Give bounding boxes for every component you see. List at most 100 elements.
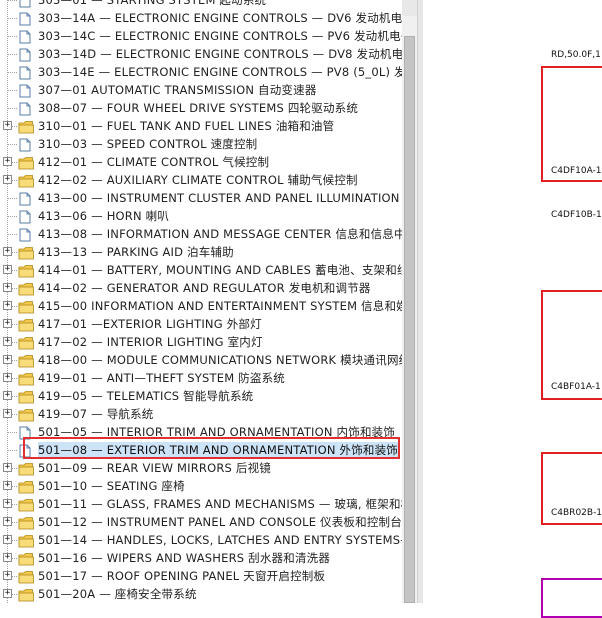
tree-item-label: 414—01 — BATTERY, MOUNTING AND CABLES 蓄电… [38,263,402,277]
scroll-up-arrow-icon[interactable] [402,0,417,16]
tree-item[interactable]: +501—12 — INSTRUMENT PANEL AND CONSOLE 仪… [0,513,402,531]
tree-item-label: 501—09 — REAR VIEW MIRRORS 后视镜 [38,461,272,475]
tree-item-label: 501—10 — SEATING 座椅 [38,479,185,493]
tree-item-label: 419—07 — 导航系统 [38,407,154,421]
tree-item-label: 303—01 — STARTING SYSTEM 起动系统 [38,0,267,7]
connector-box[interactable] [541,66,602,182]
tree-connector-line [8,0,17,1]
tree-connector-line [8,72,17,73]
tree-item[interactable]: 308—07 — FOUR WHEEL DRIVE SYSTEMS 四轮驱动系统 [0,99,402,117]
expand-plus-icon[interactable]: + [3,247,12,256]
tree-item-label: 413—13 — PARKING AID 泊车辅助 [38,245,234,259]
folder-icon [18,119,34,134]
expand-plus-icon[interactable]: + [3,175,12,184]
connector-label: C4DF10B-1 [551,210,602,220]
expand-plus-icon[interactable]: + [3,571,12,580]
tree-item[interactable]: 413—06 — HORN 喇叭 [0,207,402,225]
folder-icon [18,515,34,530]
tree-item[interactable]: +413—13 — PARKING AID 泊车辅助 [0,243,402,261]
tree-item[interactable]: +501—09 — REAR VIEW MIRRORS 后视镜 [0,459,402,477]
tree-item[interactable]: +417—02 — INTERIOR LIGHTING 室内灯 [0,333,402,351]
expand-plus-icon[interactable]: + [3,463,12,472]
expand-plus-icon[interactable]: + [3,337,12,346]
expand-plus-icon[interactable]: + [3,355,12,364]
tree-item[interactable]: +419—07 — 导航系统 [0,405,402,423]
document-icon [18,65,32,80]
tree-item-label: 417—02 — INTERIOR LIGHTING 室内灯 [38,335,263,349]
expand-plus-icon[interactable]: + [3,265,12,274]
tree-item[interactable]: 303—14C — ELECTRONIC ENGINE CONTROLS — P… [0,27,402,45]
expand-plus-icon[interactable]: + [3,499,12,508]
folder-icon [18,299,34,314]
expand-plus-icon[interactable]: + [3,283,12,292]
folder-icon [18,317,34,332]
tree-item-label: 412—02 — AUXILIARY CLIMATE CONTROL 辅助气候控… [38,173,358,187]
tree-item[interactable]: +419—05 — TELEMATICS 智能导航系统 [0,387,402,405]
tree-item-label: 413—06 — HORN 喇叭 [38,209,170,223]
tree-item[interactable]: +501—17 — ROOF OPENING PANEL 天窗开启控制板 [0,567,402,585]
expand-plus-icon[interactable]: + [3,589,12,598]
folder-icon [18,497,34,512]
expand-plus-icon[interactable]: + [3,301,12,310]
tree-item[interactable]: +501—20A — 座椅安全带系统 [0,585,402,603]
tree-item[interactable]: 303—14D — ELECTRONIC ENGINE CONTROLS — D… [0,45,402,63]
tree-item-label: 413—08 — INFORMATION AND MESSAGE CENTER … [38,227,402,241]
tree-item[interactable]: 303—14E — ELECTRONIC ENGINE CONTROLS — P… [0,63,402,81]
tree-connector-line [8,18,17,19]
tree-item-label: 413—00 — INSTRUMENT CLUSTER AND PANEL IL… [38,191,402,205]
tree-item[interactable]: +412—01 — CLIMATE CONTROL 气候控制 [0,153,402,171]
folder-icon [18,245,34,260]
expand-plus-icon[interactable]: + [3,535,12,544]
folder-icon [18,533,34,548]
tree-item[interactable]: +419—01 — ANTI—THEFT SYSTEM 防盗系统 [0,369,402,387]
selection-highlight-box [23,437,400,459]
document-icon [18,101,32,116]
tree-item-label: 419—01 — ANTI—THEFT SYSTEM 防盗系统 [38,371,286,385]
folder-icon [18,389,34,404]
connector-box[interactable] [541,578,602,618]
document-icon [18,29,32,44]
tree-item[interactable]: 303—01 — STARTING SYSTEM 起动系统 [0,0,402,9]
tree-item[interactable]: +414—02 — GENERATOR AND REGULATOR 发电机和调节… [0,279,402,297]
tree-item-label: 501—14 — HANDLES, LOCKS, LATCHES AND ENT… [38,533,402,547]
expand-plus-icon[interactable]: + [3,157,12,166]
tree-item[interactable]: +414—01 — BATTERY, MOUNTING AND CABLES 蓄… [0,261,402,279]
document-icon [18,11,32,26]
folder-icon [18,281,34,296]
tree-connector-line [8,198,17,199]
tree-item[interactable]: 303—14A — ELECTRONIC ENGINE CONTROLS — D… [0,9,402,27]
tree-item[interactable]: +412—02 — AUXILIARY CLIMATE CONTROL 辅助气候… [0,171,402,189]
tree-item[interactable]: +418—00 — MODULE COMMUNICATIONS NETWORK … [0,351,402,369]
tree-item-label: 412—01 — CLIMATE CONTROL 气候控制 [38,155,270,169]
expand-plus-icon[interactable]: + [3,121,12,130]
tree-item[interactable]: +417—01 —EXTERIOR LIGHTING 外部灯 [0,315,402,333]
tree-item-label: 307—01 AUTOMATIC TRANSMISSION 自动变速器 [38,83,317,97]
expand-plus-icon[interactable]: + [3,319,12,328]
expand-plus-icon[interactable]: + [3,517,12,526]
tree-item[interactable]: 413—00 — INSTRUMENT CLUSTER AND PANEL IL… [0,189,402,207]
expand-plus-icon[interactable]: + [3,391,12,400]
tree-item[interactable]: +501—14 — HANDLES, LOCKS, LATCHES AND EN… [0,531,402,549]
scrollbar-thumb[interactable] [404,36,415,603]
tree-item[interactable]: 310—03 — SPEED CONTROL 速度控制 [0,135,402,153]
expand-plus-icon[interactable]: + [3,481,12,490]
expand-plus-icon[interactable]: + [3,409,12,418]
expand-plus-icon[interactable]: + [3,373,12,382]
topic-tree: 303—01 — STARTING SYSTEM 起动系统 303—14A — E… [0,0,402,603]
tree-connector-line [8,144,17,145]
tree-item[interactable]: +501—10 — SEATING 座椅 [0,477,402,495]
tree-item[interactable]: +501—16 — WIPERS AND WASHERS 刮水器和清洗器 [0,549,402,567]
tree-item[interactable]: 413—08 — INFORMATION AND MESSAGE CENTER … [0,225,402,243]
tree-connector-line [8,234,17,235]
tree-item[interactable]: +501—11 — GLASS, FRAMES AND MECHANISMS —… [0,495,402,513]
folder-icon [18,263,34,278]
document-icon [18,0,32,8]
expand-plus-icon[interactable]: + [3,553,12,562]
tree-item-label: 418—00 — MODULE COMMUNICATIONS NETWORK 模… [38,353,402,367]
diagram-preview-pane: RD,50.0F,1 C4DF10A-1 C4DF10B-1 C4BF01A-1… [423,0,602,618]
tree-item[interactable]: +415—00 INFORMATION AND ENTERTAINMENT SY… [0,297,402,315]
connector-label: C4BR02B-1 [551,508,602,518]
document-icon [18,191,32,206]
tree-item[interactable]: 307—01 AUTOMATIC TRANSMISSION 自动变速器 [0,81,402,99]
tree-item[interactable]: +310—01 — FUEL TANK AND FUEL LINES 油箱和油管 [0,117,402,135]
